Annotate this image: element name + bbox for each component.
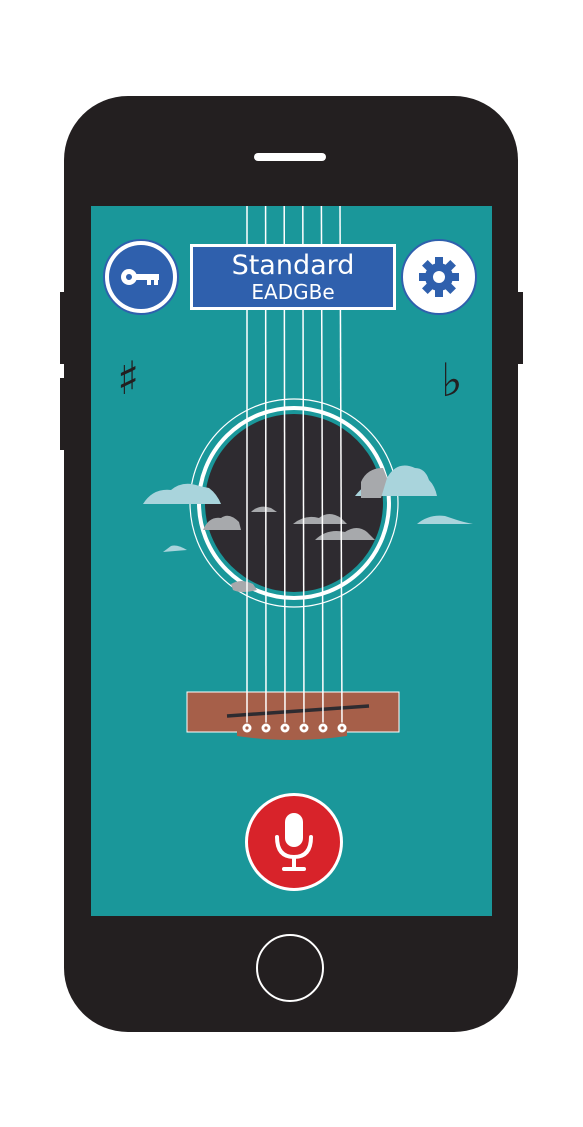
tuning-selector-face: Standard EADGBe <box>193 247 393 307</box>
key-button[interactable] <box>103 239 179 315</box>
side-button-volume <box>60 378 66 450</box>
bridge-pin-center <box>245 726 249 730</box>
tuning-notes: EADGBe <box>251 280 335 304</box>
side-button-silent <box>60 292 66 364</box>
tuning-name: Standard <box>231 250 355 281</box>
cloud-left-small <box>163 545 187 552</box>
settings-button[interactable] <box>401 239 477 315</box>
bridge-pin-center <box>302 726 306 730</box>
side-button-power <box>517 292 523 364</box>
home-button[interactable] <box>256 934 324 1002</box>
sharp-button[interactable]: ♯ <box>117 352 139 404</box>
bridge-pin-center <box>264 726 268 730</box>
key-button-face <box>109 245 173 309</box>
speaker-grille <box>254 153 326 161</box>
flat-button[interactable]: ♭ <box>441 354 463 406</box>
cloud-hole-6 <box>231 581 257 592</box>
soundhole <box>205 414 383 592</box>
microphone-button[interactable] <box>245 793 343 891</box>
bridge-pin-center <box>283 726 287 730</box>
gear-icon <box>419 257 459 297</box>
bridge-pin-center <box>340 726 344 730</box>
settings-button-face <box>407 245 471 309</box>
microphone-icon <box>275 813 313 871</box>
bridge-tab <box>237 726 347 740</box>
tuner-screen: Standard EADGBe ♯ ♭ <box>91 206 492 916</box>
tuning-selector[interactable]: Standard EADGBe <box>190 244 396 310</box>
bridge-pin-center <box>321 726 325 730</box>
cloud-right-small <box>417 515 473 524</box>
key-icon <box>121 269 159 285</box>
